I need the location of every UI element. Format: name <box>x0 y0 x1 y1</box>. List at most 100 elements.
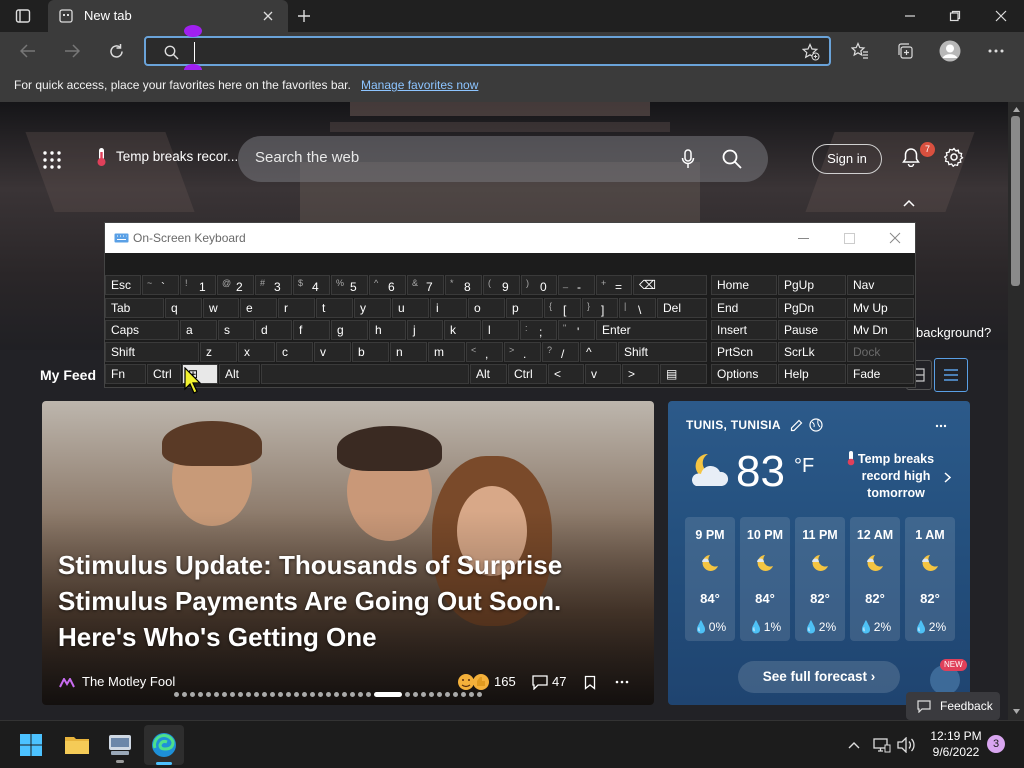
temperature-unit[interactable]: °F <box>794 455 814 478</box>
osk-nav-key[interactable]: Mv Dn <box>847 320 914 340</box>
feedback-button[interactable]: Feedback <box>906 692 1000 720</box>
carousel-dot[interactable] <box>461 692 466 697</box>
carousel-dot[interactable] <box>246 692 251 697</box>
osk-nav-key[interactable]: End <box>711 298 777 318</box>
news-card[interactable]: Stimulus Update: Thousands of Surprise S… <box>42 401 654 705</box>
osk-nav-key[interactable]: Home <box>711 275 777 295</box>
osk-key[interactable]: Shift <box>618 342 707 362</box>
news-source[interactable]: The Motley Fool <box>82 674 175 689</box>
favorites-button[interactable] <box>848 39 872 63</box>
osk-close-button[interactable] <box>883 229 907 247</box>
osk-key[interactable]: ` ~ <box>142 275 179 295</box>
osk-key[interactable]: 8 * <box>445 275 482 295</box>
osk-key[interactable]: y <box>354 298 391 318</box>
osk-key[interactable]: ⌫ <box>633 275 707 295</box>
osk-title-bar[interactable]: On-Screen Keyboard <box>105 223 915 253</box>
osk-minimize-button[interactable] <box>791 229 815 247</box>
osk-app-icon[interactable] <box>106 731 134 763</box>
osk-key[interactable]: k <box>444 320 481 340</box>
edge-browser-icon[interactable] <box>150 731 178 765</box>
osk-key[interactable]: 7 & <box>407 275 444 295</box>
carousel-dot[interactable] <box>358 692 363 697</box>
osk-key[interactable]: s <box>218 320 254 340</box>
scrollbar-thumb[interactable] <box>1011 116 1020 286</box>
touch-selection-handle-top[interactable] <box>184 25 202 37</box>
hourly-forecast-item[interactable]: 10 PM 84° 💧1% <box>740 517 790 641</box>
osk-key[interactable]: 9( <box>483 275 520 295</box>
osk-key[interactable]: Fn <box>105 364 146 384</box>
osk-key[interactable]: 3 # <box>255 275 292 295</box>
osk-key[interactable]: > <box>622 364 659 384</box>
osk-key[interactable]: c <box>276 342 313 362</box>
osk-nav-key[interactable]: PrtScn <box>711 342 777 362</box>
carousel-dot[interactable] <box>182 692 187 697</box>
carousel-dot[interactable] <box>421 692 426 697</box>
carousel-dot[interactable] <box>278 692 283 697</box>
osk-key[interactable]: 1! <box>180 275 216 295</box>
web-search-box[interactable]: Search the web <box>238 136 768 182</box>
osk-key[interactable]: v <box>585 364 621 384</box>
osk-key[interactable]: i <box>430 298 467 318</box>
osk-key[interactable]: Del <box>657 298 707 318</box>
carousel-dot[interactable] <box>413 692 418 697</box>
system-clock[interactable]: 12:19 PM 9/6/2022 <box>930 728 982 760</box>
profile-avatar[interactable] <box>938 39 962 63</box>
list-layout-icon[interactable] <box>934 358 968 392</box>
carousel-dot[interactable] <box>294 692 299 697</box>
osk-key[interactable]: Alt <box>219 364 260 384</box>
back-button[interactable] <box>16 40 40 62</box>
carousel-dot[interactable] <box>174 692 179 697</box>
notification-center-badge[interactable]: 3 <box>987 735 1005 753</box>
carousel-dot[interactable] <box>374 692 402 697</box>
carousel-dot[interactable] <box>238 692 243 697</box>
carousel-dot[interactable] <box>318 692 323 697</box>
osk-nav-key[interactable]: PgUp <box>778 275 846 295</box>
carousel-dot[interactable] <box>262 692 267 697</box>
osk-key[interactable]: n <box>390 342 427 362</box>
osk-key[interactable] <box>261 364 469 384</box>
carousel-dot[interactable] <box>342 692 347 697</box>
osk-key[interactable]: Alt <box>470 364 507 384</box>
weather-more-icon[interactable] <box>932 419 950 433</box>
osk-key[interactable]: a <box>180 320 217 340</box>
minimize-button[interactable] <box>898 4 922 28</box>
carousel-dot[interactable] <box>310 692 315 697</box>
osk-key[interactable]: 5% <box>331 275 368 295</box>
carousel-dot[interactable] <box>334 692 339 697</box>
osk-key[interactable]: . > <box>504 342 541 362</box>
address-bar[interactable] <box>144 36 831 66</box>
osk-key[interactable]: ' " <box>558 320 595 340</box>
carousel-dot[interactable] <box>230 692 235 697</box>
add-favorite-icon[interactable] <box>800 42 822 62</box>
osk-key[interactable]: w <box>203 298 239 318</box>
start-windows-icon[interactable] <box>18 732 44 758</box>
osk-key[interactable]: h <box>369 320 406 340</box>
osk-key[interactable]: /? <box>542 342 579 362</box>
reactions-icon[interactable] <box>456 673 492 691</box>
osk-key[interactable]: j <box>407 320 443 340</box>
carousel-dot[interactable] <box>326 692 331 697</box>
manage-favorites-link[interactable]: Manage favorites now <box>361 78 478 92</box>
osk-key[interactable]: x <box>238 342 275 362</box>
microphone-icon[interactable] <box>678 149 698 169</box>
osk-nav-key[interactable]: Help <box>778 364 846 384</box>
globe-icon[interactable] <box>808 417 824 433</box>
osk-key[interactable]: z <box>200 342 237 362</box>
osk-key[interactable]: Enter <box>596 320 707 340</box>
carousel-dot[interactable] <box>405 692 410 697</box>
osk-key[interactable]: g <box>331 320 368 340</box>
osk-nav-key[interactable]: Insert <box>711 320 777 340</box>
osk-nav-key[interactable]: Mv Up <box>847 298 914 318</box>
osk-maximize-button[interactable] <box>837 229 861 247</box>
osk-nav-key[interactable]: Nav <box>847 275 914 295</box>
carousel-dot[interactable] <box>222 692 227 697</box>
osk-key[interactable]: < <box>548 364 584 384</box>
carousel-dot[interactable] <box>214 692 219 697</box>
osk-key[interactable]: r <box>278 298 315 318</box>
osk-key[interactable]: 0) <box>521 275 557 295</box>
weather-location[interactable]: TUNIS, TUNISIA <box>686 418 781 432</box>
osk-key[interactable]: p <box>506 298 543 318</box>
osk-nav-key[interactable]: Dock <box>847 342 914 362</box>
osk-key[interactable]: q <box>165 298 202 318</box>
osk-key[interactable]: Tab <box>105 298 164 318</box>
